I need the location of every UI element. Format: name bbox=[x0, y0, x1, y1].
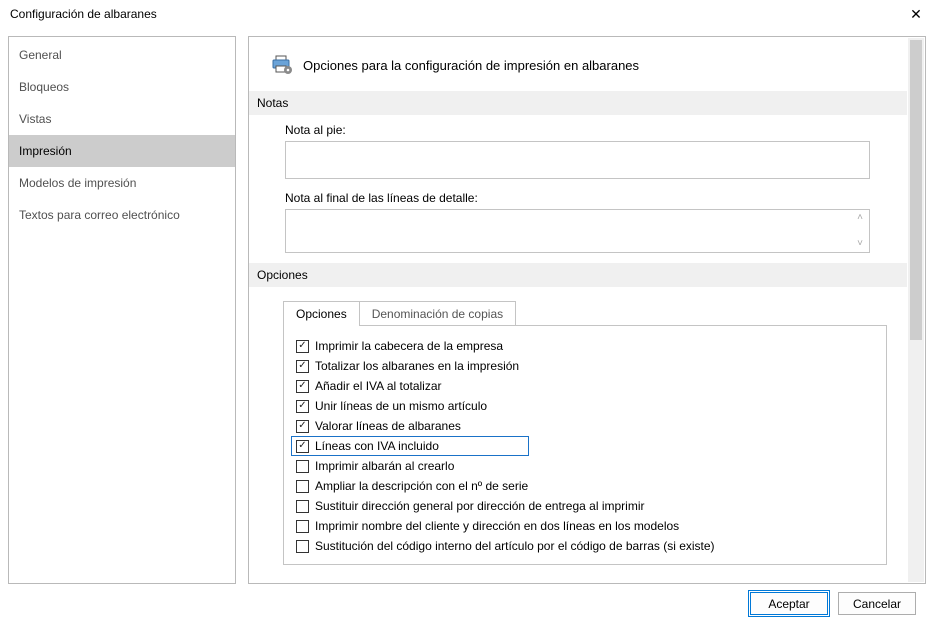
input-nota-final[interactable]: ˄ ˅ bbox=[285, 209, 870, 253]
sidebar-item-3[interactable]: Impresión bbox=[9, 135, 235, 167]
check-row-9[interactable]: Imprimir nombre del cliente y dirección … bbox=[296, 516, 874, 536]
checkbox-10[interactable] bbox=[296, 540, 309, 553]
checkbox-4[interactable]: ✓ bbox=[296, 420, 309, 433]
textarea-scroll[interactable]: ˄ ˅ bbox=[852, 211, 868, 251]
check-label-4: Valorar líneas de albaranes bbox=[315, 418, 461, 434]
check-row-0[interactable]: ✓ Imprimir la cabecera de la empresa bbox=[296, 336, 874, 356]
close-icon[interactable]: ✕ bbox=[906, 4, 926, 24]
check-row-4[interactable]: ✓ Valorar líneas de albaranes bbox=[296, 416, 874, 436]
checkbox-8[interactable] bbox=[296, 500, 309, 513]
checkbox-6[interactable] bbox=[296, 460, 309, 473]
check-label-3: Unir líneas de un mismo artículo bbox=[315, 398, 487, 414]
tab-panel-opciones: ✓ Imprimir la cabecera de la empresa ✓ Tota… bbox=[283, 325, 887, 565]
content: GeneralBloqueosVistasImpresiónModelos de… bbox=[0, 28, 934, 584]
accept-button[interactable]: Aceptar bbox=[750, 592, 828, 615]
page-heading: Opciones para la configuración de impres… bbox=[303, 58, 639, 73]
sidebar-item-2[interactable]: Vistas bbox=[9, 103, 235, 135]
printer-gear-icon bbox=[271, 55, 293, 75]
checkbox-3[interactable]: ✓ bbox=[296, 400, 309, 413]
check-row-3[interactable]: ✓ Unir líneas de un mismo artículo bbox=[296, 396, 874, 416]
checkbox-9[interactable] bbox=[296, 520, 309, 533]
page-heading-row: Opciones para la configuración de impres… bbox=[271, 55, 897, 75]
titlebar: Configuración de albaranes ✕ bbox=[0, 0, 934, 28]
check-label-5: Líneas con IVA incluido bbox=[315, 438, 439, 454]
label-nota-pie: Nota al pie: bbox=[285, 123, 897, 137]
sidebar: GeneralBloqueosVistasImpresiónModelos de… bbox=[8, 36, 236, 584]
section-opciones-header: Opciones bbox=[249, 263, 907, 287]
input-nota-pie[interactable] bbox=[285, 141, 870, 179]
tab-1[interactable]: Denominación de copias bbox=[360, 301, 516, 326]
dialog-footer: Aceptar Cancelar bbox=[0, 584, 934, 625]
scroll-up-icon[interactable]: ˄ bbox=[852, 211, 868, 225]
check-row-1[interactable]: ✓ Totalizar los albaranes en la impresión bbox=[296, 356, 874, 376]
check-row-6[interactable]: Imprimir albarán al crearlo bbox=[296, 456, 874, 476]
scrollbar[interactable] bbox=[908, 38, 924, 582]
tabs: OpcionesDenominación de copias bbox=[283, 301, 897, 326]
check-label-2: Añadir el IVA al totalizar bbox=[315, 378, 442, 394]
field-nota-final: Nota al final de las líneas de detalle: … bbox=[267, 189, 897, 263]
check-row-7[interactable]: Ampliar la descripción con el nº de seri… bbox=[296, 476, 874, 496]
sidebar-item-4[interactable]: Modelos de impresión bbox=[9, 167, 235, 199]
check-row-5[interactable]: ✓ Líneas con IVA incluido bbox=[291, 436, 529, 456]
checkbox-1[interactable]: ✓ bbox=[296, 360, 309, 373]
window-title: Configuración de albaranes bbox=[10, 7, 157, 21]
check-label-10: Sustitución del código interno del artíc… bbox=[315, 538, 715, 554]
checkbox-0[interactable]: ✓ bbox=[296, 340, 309, 353]
sidebar-item-5[interactable]: Textos para correo electrónico bbox=[9, 199, 235, 231]
check-row-8[interactable]: Sustituir dirección general por direcció… bbox=[296, 496, 874, 516]
cancel-button[interactable]: Cancelar bbox=[838, 592, 916, 615]
label-nota-final: Nota al final de las líneas de detalle: bbox=[285, 191, 897, 205]
scrollbar-thumb[interactable] bbox=[910, 40, 922, 340]
section-notas-header: Notas bbox=[249, 91, 907, 115]
cancel-button-label: Cancelar bbox=[853, 597, 901, 611]
check-label-6: Imprimir albarán al crearlo bbox=[315, 458, 454, 474]
sidebar-item-1[interactable]: Bloqueos bbox=[9, 71, 235, 103]
checkbox-5[interactable]: ✓ bbox=[296, 440, 309, 453]
accept-button-label: Aceptar bbox=[768, 597, 809, 611]
check-label-9: Imprimir nombre del cliente y dirección … bbox=[315, 518, 679, 534]
check-label-7: Ampliar la descripción con el nº de seri… bbox=[315, 478, 528, 494]
sidebar-item-0[interactable]: General bbox=[9, 39, 235, 71]
main-panel: Opciones para la configuración de impres… bbox=[248, 36, 926, 584]
scroll-down-icon[interactable]: ˅ bbox=[852, 237, 868, 251]
checkbox-7[interactable] bbox=[296, 480, 309, 493]
checkbox-2[interactable]: ✓ bbox=[296, 380, 309, 393]
field-nota-pie: Nota al pie: bbox=[267, 115, 897, 189]
check-row-2[interactable]: ✓ Añadir el IVA al totalizar bbox=[296, 376, 874, 396]
check-label-1: Totalizar los albaranes en la impresión bbox=[315, 358, 519, 374]
tab-0[interactable]: Opciones bbox=[283, 301, 360, 326]
check-label-8: Sustituir dirección general por direcció… bbox=[315, 498, 644, 514]
check-row-10[interactable]: Sustitución del código interno del artíc… bbox=[296, 536, 874, 556]
check-label-0: Imprimir la cabecera de la empresa bbox=[315, 338, 503, 354]
